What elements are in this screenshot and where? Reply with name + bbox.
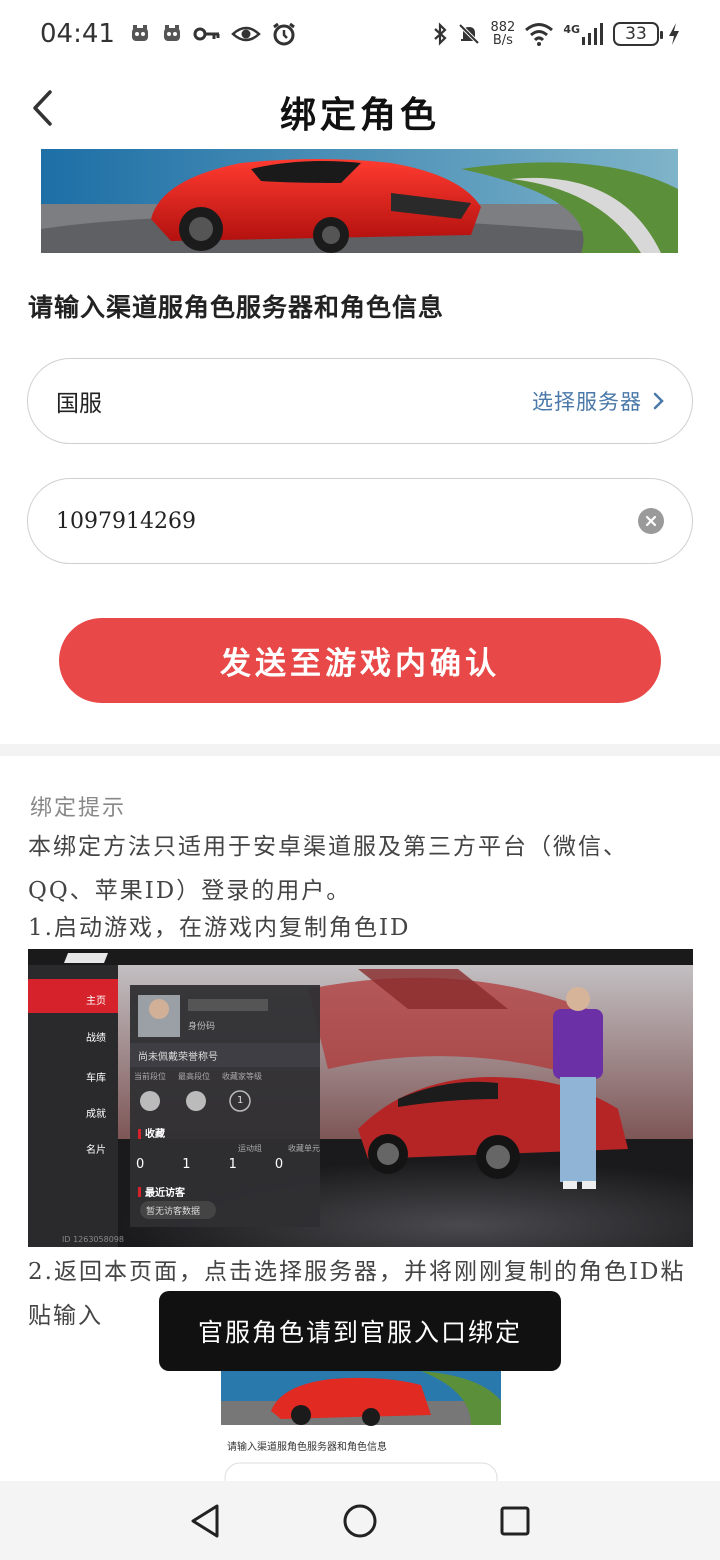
system-nav-bar: [0, 1481, 720, 1560]
game-id-label: 身份码: [188, 1022, 216, 1032]
header: 绑定角色: [0, 68, 720, 148]
select-server-button[interactable]: 选择服务器: [532, 386, 664, 416]
circle-home-icon: [343, 1504, 377, 1537]
nav-back-button[interactable]: [180, 1496, 230, 1546]
section-divider: [0, 744, 720, 756]
status-right-icons: 882 B/s 4G 33: [432, 21, 680, 47]
game-collection-values: 0 1 1 0: [136, 1157, 283, 1172]
status-left-icons: [129, 22, 297, 46]
preview-caption: 请输入渠道服角色服务器和角色信息: [227, 1442, 387, 1453]
server-selector[interactable]: 国服 选择服务器: [27, 358, 693, 444]
collector-level: 1: [237, 1095, 244, 1106]
cellular-signal: 4G: [563, 23, 604, 45]
bluetooth-icon: [434, 22, 448, 46]
game-nav-item: 战绩: [86, 1033, 106, 1044]
clear-input-button[interactable]: [638, 508, 664, 534]
car-banner-image: [41, 149, 678, 253]
key-icon: [193, 27, 220, 41]
signal-icon: [582, 23, 603, 45]
chevron-right-icon: [653, 392, 664, 410]
game-nav-item: 主页: [86, 996, 106, 1007]
collection-stat-label: 收藏单元: [288, 1144, 320, 1153]
collection-stat-label: 运动组: [238, 1144, 262, 1153]
charging-icon: [669, 23, 679, 45]
tips-step-1: 1.启动游戏，在游戏内复制角色ID: [28, 915, 411, 941]
status-bar: 04:41 882 B/s 4G 33: [0, 0, 720, 68]
network-speed-unit: B/s: [492, 33, 513, 48]
bind-role-page: 04:41 882 B/s 4G 33 绑定角色 请输入渠道服角色服务器和角色信…: [0, 0, 720, 1560]
app-notification-icon: [163, 25, 180, 41]
game-profile-screenshot: 主页 战绩 车库 成就 名片 身份码 尚未佩戴荣誉称号 当前段位 最高段位 收藏…: [28, 949, 693, 1247]
nav-home-button[interactable]: [335, 1496, 385, 1546]
game-nav: 主页 战绩 车库 成就 名片: [76, 987, 116, 1169]
battery-indicator: 33: [613, 22, 663, 46]
rank-label: 收藏家等级: [222, 1072, 262, 1081]
alarm-icon: [273, 22, 295, 46]
collection-value: 0: [136, 1157, 145, 1172]
preview-art: [221, 1371, 501, 1481]
game-scene-art: [28, 949, 693, 1247]
battery-level: 33: [625, 24, 647, 44]
select-server-label: 选择服务器: [532, 390, 642, 414]
server-value: 国服: [56, 391, 102, 417]
send-confirm-button[interactable]: 发送至游戏内确认: [59, 618, 661, 703]
collection-stat: [186, 1143, 212, 1154]
square-recents-icon: [500, 1506, 530, 1535]
game-nav-item: 名片: [86, 1145, 106, 1156]
collection-value: 0: [274, 1157, 284, 1172]
status-time: 04:41: [40, 19, 115, 49]
game-visitors-title: 最近访客: [145, 1188, 185, 1199]
nav-recents-button[interactable]: [490, 1496, 540, 1546]
rank-label: 当前段位: [134, 1072, 166, 1081]
network-type: 4G: [563, 23, 580, 36]
tips-heading: 绑定提示: [30, 796, 127, 821]
game-collection-title: 收藏: [145, 1129, 165, 1140]
bind-page-preview-image: 请输入渠道服角色服务器和角色信息: [221, 1371, 501, 1481]
close-icon: [645, 515, 657, 527]
section-title: 请输入渠道服角色服务器和角色信息: [28, 293, 445, 322]
game-rank-labels: 当前段位 最高段位 收藏家等级: [134, 1071, 262, 1082]
collection-stat: [134, 1143, 160, 1154]
eye-icon: [231, 26, 261, 42]
game-visitors-empty: 暂无访客数据: [146, 1207, 201, 1217]
wifi-icon: [525, 23, 554, 46]
tips-paragraph: 本绑定方法只适用于安卓渠道服及第三方平台（微信、QQ、苹果ID）登录的用户。: [28, 834, 628, 904]
game-honor-title: 尚未佩戴荣誉称号: [138, 1052, 218, 1063]
role-id-field[interactable]: [27, 478, 693, 564]
game-nav-item: 成就: [86, 1109, 106, 1120]
triangle-back-icon: [191, 1504, 219, 1537]
game-nav-item: 车库: [86, 1073, 106, 1084]
page-title: 绑定角色: [279, 94, 440, 136]
game-footer-id: ID 1263058098: [62, 1235, 124, 1244]
toast-message: 官服角色请到官服入口绑定: [159, 1291, 561, 1371]
role-id-input[interactable]: [56, 508, 628, 534]
rank-label: 最高段位: [178, 1072, 210, 1081]
collection-value: 1: [182, 1157, 191, 1172]
app-notification-icon: [131, 25, 148, 41]
network-speed: 882 B/s: [490, 21, 515, 47]
collection-value: 1: [228, 1157, 237, 1172]
game-collection-stats: 运动组 收藏单元: [134, 1143, 320, 1154]
mute-bell-icon: [459, 23, 480, 45]
